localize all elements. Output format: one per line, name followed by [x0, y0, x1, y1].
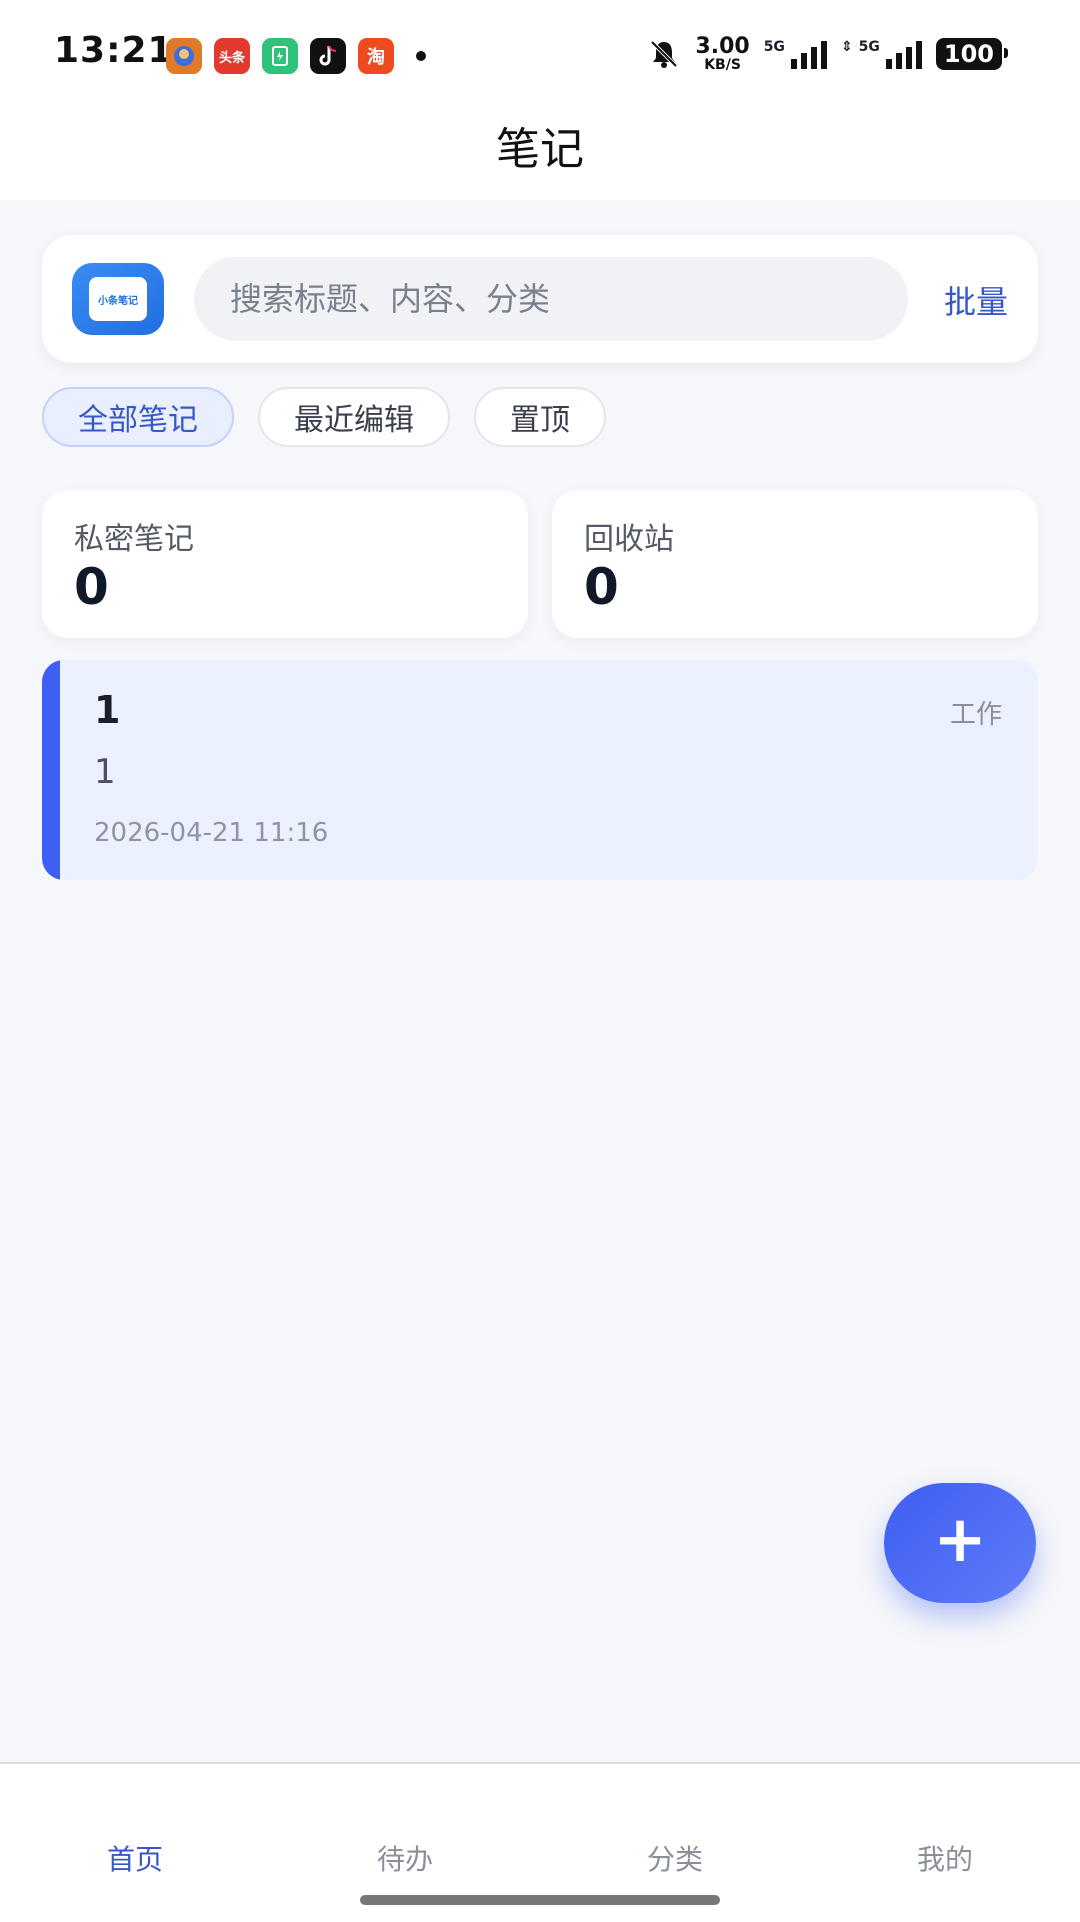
note-accent-bar	[42, 660, 60, 880]
private-notes-count: 0	[74, 558, 109, 616]
trash-count: 0	[584, 558, 619, 616]
batch-button[interactable]: 批量	[944, 277, 1008, 323]
more-notifications-dot	[416, 51, 426, 61]
private-notes-label: 私密笔记	[74, 522, 194, 557]
status-time: 13:21	[54, 30, 174, 71]
trash-label: 回收站	[584, 522, 674, 557]
filter-pinned[interactable]: 置顶	[474, 387, 606, 447]
battery-icon: 100	[935, 38, 1009, 70]
note-timestamp: 2026-04-21 11:16	[94, 818, 329, 848]
tab-todo[interactable]: 待办	[270, 1838, 540, 1878]
notification-icons: 头条 淘	[166, 38, 426, 74]
note-title: 1	[94, 688, 121, 732]
filter-all-notes[interactable]: 全部笔记	[42, 387, 234, 447]
page-title: 笔记	[496, 124, 584, 175]
tab-categories[interactable]: 分类	[540, 1838, 810, 1878]
plus-icon: +	[933, 1503, 987, 1577]
signal-strength-icon-2: ⇕ 5G	[841, 39, 922, 69]
search-card: 小条笔记 批量	[42, 235, 1038, 363]
note-list-item[interactable]: 1 工作 1 2026-04-21 11:16	[42, 660, 1038, 880]
network-speed: 3.00 KB/S	[695, 34, 750, 73]
app-logo-icon[interactable]: 小条笔记	[72, 263, 164, 335]
home-indicator[interactable]	[360, 1895, 720, 1905]
page-header: 笔记	[0, 100, 1080, 200]
game-app-icon	[166, 38, 202, 74]
filter-recently-edited[interactable]: 最近编辑	[258, 387, 450, 447]
tiktok-app-icon	[310, 38, 346, 74]
note-body: 1	[94, 752, 116, 792]
add-note-button[interactable]: +	[884, 1483, 1036, 1603]
trash-card[interactable]: 回收站 0	[552, 490, 1038, 638]
search-input[interactable]	[194, 257, 908, 341]
tab-mine[interactable]: 我的	[810, 1838, 1080, 1878]
toutiao-app-icon: 头条	[214, 38, 250, 74]
mute-bell-icon	[650, 40, 678, 68]
filter-chips: 全部笔记 最近编辑 置顶	[42, 387, 606, 447]
green-app-icon	[262, 38, 298, 74]
private-notes-card[interactable]: 私密笔记 0	[42, 490, 528, 638]
app-logo-label: 小条笔记	[89, 277, 147, 321]
status-bar: 13:21 头条 淘 3.00 KB/S 5G ⇕ 5G 100	[0, 0, 1080, 100]
status-indicators: 3.00 KB/S 5G ⇕ 5G 100	[647, 34, 1009, 73]
taobao-app-icon: 淘	[358, 38, 394, 74]
note-category: 工作	[949, 700, 1002, 730]
signal-strength-icon-1: 5G	[764, 39, 827, 69]
tab-home[interactable]: 首页	[0, 1838, 270, 1878]
